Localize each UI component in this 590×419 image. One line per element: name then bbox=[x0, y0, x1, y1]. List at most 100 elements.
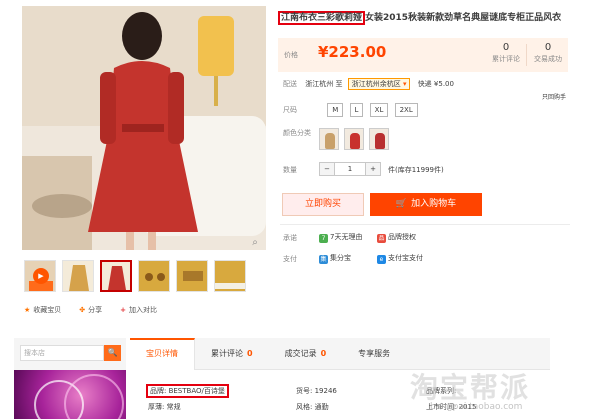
tab-reviews-label: 累计评论 bbox=[211, 349, 243, 358]
tab-records-count: 0 bbox=[320, 349, 327, 358]
stat-sales-label: 交易成功 bbox=[534, 55, 562, 63]
separator bbox=[280, 224, 570, 225]
color-swatch-3[interactable] bbox=[369, 128, 389, 150]
thumbnail-6[interactable] bbox=[214, 260, 246, 292]
promise-brand[interactable]: 品品牌授权 bbox=[377, 232, 416, 243]
color-label: 颜色分类 bbox=[283, 129, 311, 137]
thumbnail-5[interactable] bbox=[176, 260, 208, 292]
tab-details-label: 宝贝详情 bbox=[146, 349, 178, 358]
favorite-button[interactable]: ★ 收藏宝贝 bbox=[24, 305, 61, 315]
size-option-l[interactable]: L bbox=[349, 103, 364, 117]
tab-details[interactable]: 宝贝详情 bbox=[130, 338, 195, 370]
size-row: 尺码 M L XL 2XL bbox=[283, 103, 418, 117]
compare-label: 加入对比 bbox=[129, 306, 158, 314]
price-panel: 价格 ¥223.00 0 累计评论 0 交易成功 bbox=[278, 38, 568, 72]
stat-reviews-value: 0 bbox=[502, 42, 510, 53]
payment-jifenbao-text: 集分宝 bbox=[330, 254, 351, 262]
promise-brand-text: 品牌授权 bbox=[388, 233, 416, 241]
quantity-label: 数量 bbox=[283, 166, 297, 174]
payment-jifenbao[interactable]: 集集分宝 bbox=[319, 253, 351, 264]
banner-ring-2 bbox=[64, 374, 124, 419]
price-label: 价格 bbox=[284, 51, 298, 59]
size-option-xl[interactable]: XL bbox=[369, 103, 389, 117]
quantity-decrease-button[interactable]: − bbox=[319, 162, 335, 176]
jifenbao-icon: 集 bbox=[319, 255, 328, 264]
attr-thickness: 厚薄: 常规 bbox=[148, 403, 181, 411]
thumb-image-4 bbox=[139, 261, 169, 291]
delivery-row: 配送 浙江杭州 至 浙江杭州余杭区 ▾ 快递 ¥5.00 bbox=[283, 78, 583, 90]
play-icon: ▶ bbox=[33, 268, 49, 284]
tab-reviews[interactable]: 累计评论 0 bbox=[195, 338, 269, 370]
item-actions: ★ 收藏宝贝 ✤ 分享 + 加入对比 bbox=[24, 305, 157, 315]
shop-search-input[interactable]: 搜本店 bbox=[20, 345, 104, 361]
tab-records[interactable]: 成交记录 0 bbox=[269, 338, 343, 370]
thumbnail-3[interactable] bbox=[100, 260, 132, 292]
favorite-label: 收藏宝贝 bbox=[33, 306, 62, 314]
compare-button[interactable]: + 加入对比 bbox=[120, 305, 157, 315]
title-rest: 女装2015秋装新款劲草名典屋谜底专柜正品风衣 bbox=[365, 13, 562, 23]
chevron-down-icon: ▾ bbox=[402, 80, 407, 88]
promise-label: 承诺 bbox=[283, 234, 297, 242]
thumb-image-3 bbox=[102, 262, 130, 290]
payment-label: 支付 bbox=[283, 255, 297, 263]
quantity-row: 数量 − 1 + 件(库存11999件) bbox=[283, 162, 444, 176]
attr-brand: 品牌: BESTBAO/百诗堡 bbox=[146, 384, 229, 398]
shop-search: 搜本店 🔍 bbox=[14, 338, 126, 370]
thumbnail-4[interactable] bbox=[138, 260, 170, 292]
seven-day-icon: 7 bbox=[319, 234, 328, 243]
promise-7day[interactable]: 7 7天无理由 bbox=[319, 232, 362, 243]
title-highlight: 江南布衣三彩歌莉娅 bbox=[278, 11, 366, 25]
alipay-icon: e bbox=[377, 255, 386, 264]
color-swatch-1[interactable] bbox=[319, 128, 339, 150]
color-row: 颜色分类 bbox=[283, 128, 389, 150]
tab-reviews-count: 0 bbox=[247, 349, 253, 358]
thumb-image-6 bbox=[215, 261, 245, 291]
quantity-stock: 件(库存11999件) bbox=[388, 166, 444, 174]
size-option-2xl[interactable]: 2XL bbox=[394, 103, 418, 117]
shop-banner[interactable] bbox=[14, 370, 126, 419]
promise-row: 承诺 7 7天无理由 品品牌授权 bbox=[283, 233, 573, 243]
share-button[interactable]: ✤ 分享 bbox=[79, 305, 102, 315]
product-photo-red-coat bbox=[22, 6, 266, 250]
stat-reviews[interactable]: 0 累计评论 bbox=[486, 42, 526, 64]
payment-alipay-text: 支付宝支付 bbox=[388, 254, 423, 262]
stat-sales-value: 0 bbox=[544, 42, 552, 53]
main-product-image[interactable] bbox=[22, 6, 266, 250]
product-title: 江南布衣三彩歌莉娅 女装2015秋装新款劲草名典屋谜底专柜正品风衣 bbox=[278, 11, 568, 25]
buy-now-button[interactable]: 立即购买 bbox=[282, 193, 364, 216]
thumb-image-2 bbox=[63, 261, 93, 291]
payment-row: 支付 集集分宝 e 支付宝支付 bbox=[283, 254, 573, 264]
add-to-cart-button[interactable]: 🛒 加入购物车 bbox=[370, 193, 482, 216]
star-icon: ★ bbox=[24, 306, 31, 314]
zoom-icon[interactable]: ⌕ bbox=[248, 236, 262, 250]
tab-records-label: 成交记录 bbox=[284, 349, 317, 358]
quantity-input[interactable]: 1 bbox=[335, 162, 365, 176]
stat-divider bbox=[526, 44, 527, 66]
stat-reviews-label: 累计评论 bbox=[492, 55, 520, 63]
tab-services[interactable]: 专享服务 bbox=[342, 338, 406, 370]
add-to-cart-label: 加入购物车 bbox=[411, 199, 457, 209]
quantity-increase-button[interactable]: + bbox=[365, 162, 381, 176]
watermark-url: bangpai.taobao.com bbox=[430, 402, 523, 412]
price-value: ¥223.00 bbox=[318, 43, 387, 61]
search-icon[interactable]: 🔍 bbox=[104, 345, 121, 361]
swatch-figure-2 bbox=[350, 133, 360, 149]
plus-icon: + bbox=[120, 306, 127, 314]
delivery-region-value: 浙江杭州余杭区 bbox=[351, 80, 401, 88]
thumbnail-video[interactable]: ▶ bbox=[24, 260, 56, 292]
tab-services-label: 专享服务 bbox=[358, 349, 391, 358]
promise-7day-text: 7天无理由 bbox=[330, 233, 363, 241]
delivery-region-select[interactable]: 浙江杭州余杭区 ▾ bbox=[347, 78, 411, 90]
cart-icon: 🛒 bbox=[395, 199, 408, 209]
watermark: 淘宝帮派 bangpai.taobao.com bbox=[410, 366, 590, 419]
payment-alipay[interactable]: e 支付宝支付 bbox=[377, 253, 423, 264]
thumbnail-2[interactable] bbox=[62, 260, 94, 292]
delivery-from: 浙江杭州 至 bbox=[305, 80, 343, 88]
shipping-fee: 快递 ¥5.00 bbox=[417, 80, 454, 88]
attr-style: 风格: 通勤 bbox=[296, 403, 329, 411]
color-swatch-2[interactable] bbox=[344, 128, 364, 150]
size-option-m[interactable]: M bbox=[327, 103, 344, 117]
brand-auth-icon: 品 bbox=[377, 234, 386, 243]
stat-sales[interactable]: 0 交易成功 bbox=[530, 42, 566, 64]
share-label: 分享 bbox=[88, 306, 103, 314]
